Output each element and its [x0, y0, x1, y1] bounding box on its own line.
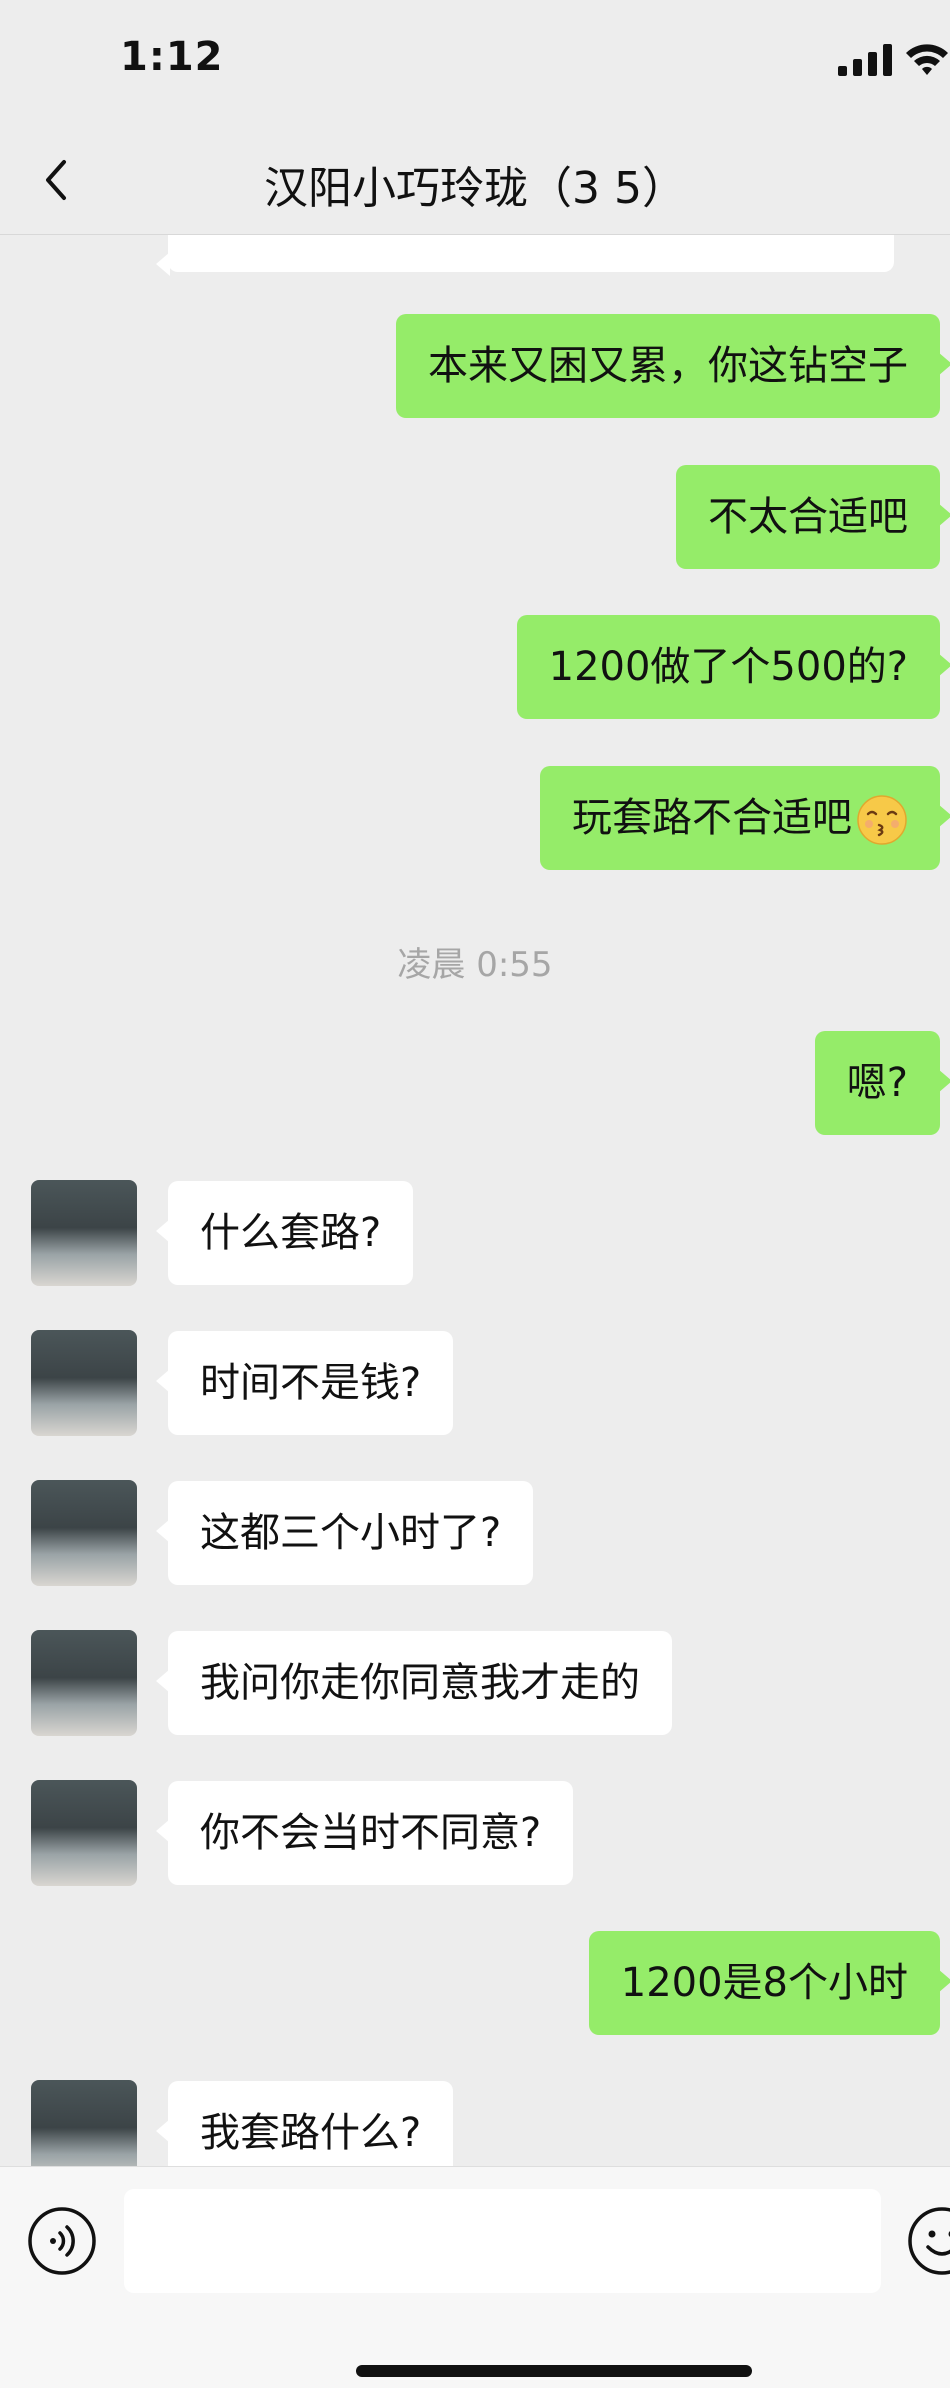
message-bubble-incoming[interactable]: 这都三个小时了? — [168, 1481, 533, 1585]
voice-input-icon[interactable] — [26, 2205, 98, 2277]
message-bubble-outgoing[interactable]: 不太合适吧 — [676, 465, 940, 569]
chat-title: 汉阳小巧玲珑（3 5） — [0, 152, 950, 216]
emoji-picker-icon[interactable] — [906, 2205, 950, 2277]
message-bubble-outgoing[interactable]: 本来又困又累，你这钻空子 — [396, 314, 940, 418]
cellular-signal-icon — [838, 44, 898, 76]
input-bar — [0, 2166, 950, 2388]
status-bar: 1:12 — [0, 0, 950, 130]
contact-avatar[interactable] — [31, 1780, 137, 1886]
kissing-face-emoji-icon — [856, 794, 908, 846]
home-indicator — [356, 2365, 752, 2377]
contact-avatar[interactable] — [31, 1180, 137, 1286]
message-input[interactable] — [124, 2189, 881, 2293]
chat-header: 汉阳小巧玲珑（3 5） — [0, 130, 950, 235]
wifi-icon — [904, 40, 950, 78]
message-bubble-outgoing[interactable]: 玩套路不合适吧 — [540, 766, 940, 870]
message-text: 玩套路不合适吧 — [572, 795, 852, 841]
message-bubble-incoming[interactable]: 什么套路? — [168, 1181, 413, 1285]
message-bubble-incoming[interactable]: 时间不是钱? — [168, 1331, 453, 1435]
status-time: 1:12 — [120, 34, 224, 80]
timestamp: 凌晨 0:55 — [0, 937, 950, 986]
contact-avatar[interactable] — [31, 1330, 137, 1436]
message-bubble-outgoing[interactable]: 嗯? — [815, 1031, 940, 1135]
contact-avatar[interactable] — [31, 1480, 137, 1586]
message-bubble-incoming[interactable]: 你不会当时不同意? — [168, 1781, 573, 1885]
message-bubble-partial[interactable] — [168, 234, 894, 272]
contact-avatar[interactable] — [31, 1630, 137, 1736]
message-list[interactable]: 本来又困又累，你这钻空子 不太合适吧 1200做了个500的? 玩套路不合适吧 … — [0, 234, 950, 2166]
message-bubble-outgoing[interactable]: 1200做了个500的? — [517, 615, 940, 719]
message-bubble-outgoing[interactable]: 1200是8个小时 — [589, 1931, 940, 2035]
message-bubble-incoming[interactable]: 我问你走你同意我才走的 — [168, 1631, 672, 1735]
message-bubble-incoming[interactable]: 我套路什么? — [168, 2081, 453, 2166]
contact-avatar[interactable] — [31, 2080, 137, 2166]
